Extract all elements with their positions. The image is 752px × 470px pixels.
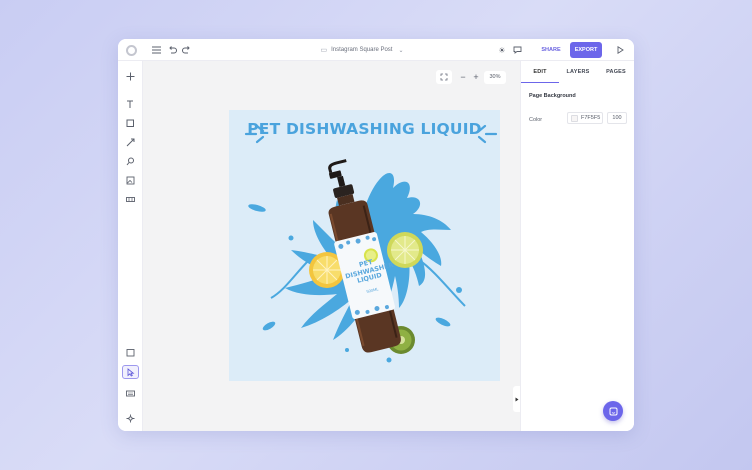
left-toolbar bbox=[118, 61, 143, 431]
image-tool-icon[interactable] bbox=[122, 173, 139, 187]
table-tool-icon[interactable] bbox=[122, 192, 139, 206]
tab-pages[interactable]: PAGES bbox=[597, 61, 634, 83]
text-tool-icon[interactable] bbox=[122, 97, 139, 111]
document-title: Instagram Square Post bbox=[331, 47, 393, 53]
tab-edit[interactable]: EDIT bbox=[521, 61, 559, 83]
chevron-down-icon: ⌄ bbox=[398, 47, 404, 54]
top-toolbar: ▭ Instagram Square Post ⌄ ☀ SHARE EXPORT bbox=[118, 39, 634, 61]
add-icon[interactable] bbox=[122, 69, 139, 83]
image-icon: ▭ bbox=[320, 47, 328, 54]
fit-screen-icon[interactable] bbox=[436, 70, 452, 84]
play-icon[interactable] bbox=[614, 39, 626, 61]
headline-text[interactable]: PET DISHWASHING LIQUID bbox=[229, 120, 500, 138]
color-label: Color bbox=[529, 117, 543, 123]
comment-icon[interactable] bbox=[511, 39, 523, 61]
logo-icon[interactable] bbox=[124, 39, 138, 61]
zoom-in-button[interactable]: + bbox=[471, 72, 481, 82]
canvas-area[interactable]: − + 30% PET DISHWASHING LIQUID PET DISHW… bbox=[143, 61, 520, 431]
tab-layers[interactable]: LAYERS bbox=[559, 61, 597, 83]
settings-icon[interactable] bbox=[122, 411, 139, 425]
keyboard-icon[interactable] bbox=[122, 386, 139, 400]
draw-tool-icon[interactable] bbox=[122, 154, 139, 168]
section-title: Page Background bbox=[529, 93, 576, 99]
artwork-graphics bbox=[244, 124, 498, 363]
line-tool-icon[interactable] bbox=[122, 135, 139, 149]
properties-panel: EDIT LAYERS PAGES Page Background Color … bbox=[520, 61, 634, 431]
undo-icon[interactable] bbox=[166, 39, 178, 61]
redo-icon[interactable] bbox=[180, 39, 192, 61]
frame-tool-icon[interactable] bbox=[122, 345, 139, 359]
zoom-control: − + 30% bbox=[458, 70, 512, 84]
sun-icon[interactable]: ☀ bbox=[496, 39, 508, 61]
share-button[interactable]: SHARE bbox=[536, 43, 566, 57]
chat-help-icon[interactable] bbox=[603, 401, 623, 421]
color-field[interactable]: F7F5F5 bbox=[567, 112, 603, 124]
shape-tool-icon[interactable] bbox=[122, 116, 139, 130]
color-swatch[interactable] bbox=[571, 114, 578, 122]
collapse-panel-handle[interactable] bbox=[513, 386, 520, 412]
zoom-out-button[interactable]: − bbox=[458, 72, 468, 82]
panel-tabs: EDIT LAYERS PAGES bbox=[521, 61, 634, 83]
opacity-field[interactable]: 100 bbox=[607, 112, 627, 124]
select-tool-icon[interactable] bbox=[122, 365, 139, 379]
zoom-level[interactable]: 30% bbox=[484, 70, 506, 84]
export-button[interactable]: EXPORT bbox=[570, 42, 602, 58]
color-value: F7F5F5 bbox=[581, 115, 601, 121]
hamburger-menu-icon[interactable] bbox=[150, 39, 162, 61]
artboard[interactable]: PET DISHWASHING LIQUID PET DISHWASHER LI… bbox=[229, 110, 500, 381]
document-title-dropdown[interactable]: ▭ Instagram Square Post ⌄ bbox=[304, 39, 420, 61]
editor-window: ▭ Instagram Square Post ⌄ ☀ SHARE EXPORT bbox=[118, 39, 634, 431]
